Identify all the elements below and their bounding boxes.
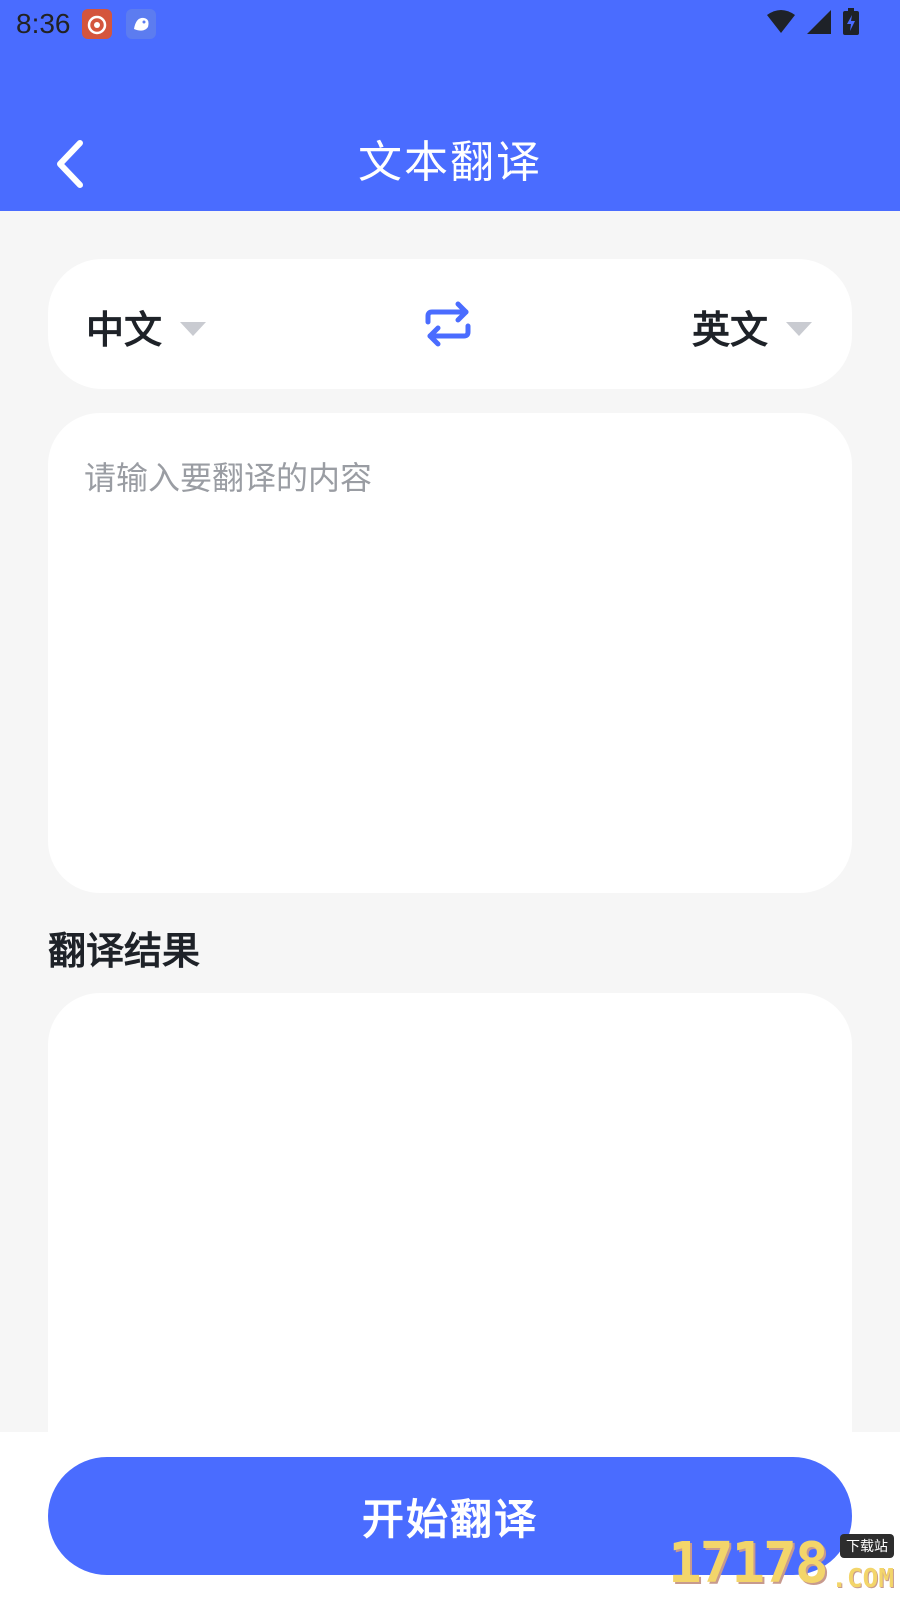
caret-down-icon — [786, 321, 812, 336]
source-language-dropdown[interactable]: 中文 — [86, 299, 207, 354]
translation-input[interactable] — [84, 453, 814, 853]
page-title: 文本翻译 — [358, 137, 542, 188]
watermark-suffix: .COM — [831, 1564, 894, 1594]
site-watermark: 17178 下载站 .COM — [668, 1531, 898, 1598]
target-language-label: 英文 — [691, 308, 768, 352]
watermark-digits: 17178 — [668, 1531, 829, 1596]
language-selector: 中文 英文 — [48, 259, 852, 389]
wifi-icon — [766, 9, 796, 39]
result-heading: 翻译结果 — [48, 929, 201, 973]
bird-app-notification-icon — [126, 9, 156, 39]
battery-charging-icon — [842, 8, 860, 40]
source-language-label: 中文 — [86, 308, 163, 352]
caret-down-icon — [180, 321, 207, 336]
status-bar: 8:36 — [0, 0, 900, 48]
result-card — [48, 993, 852, 1453]
status-icons — [766, 8, 860, 40]
watermark-tag: 下载站 — [840, 1534, 894, 1558]
signal-icon — [806, 9, 832, 39]
status-time: 8:36 — [16, 8, 71, 39]
input-card — [48, 413, 852, 893]
target-language-dropdown[interactable]: 英文 — [692, 299, 812, 354]
swap-languages-button[interactable] — [422, 301, 474, 347]
app-header: 8:36 文本翻译 — [0, 0, 900, 211]
swap-arrows-icon — [425, 301, 471, 347]
weibo-notification-icon — [82, 9, 112, 39]
